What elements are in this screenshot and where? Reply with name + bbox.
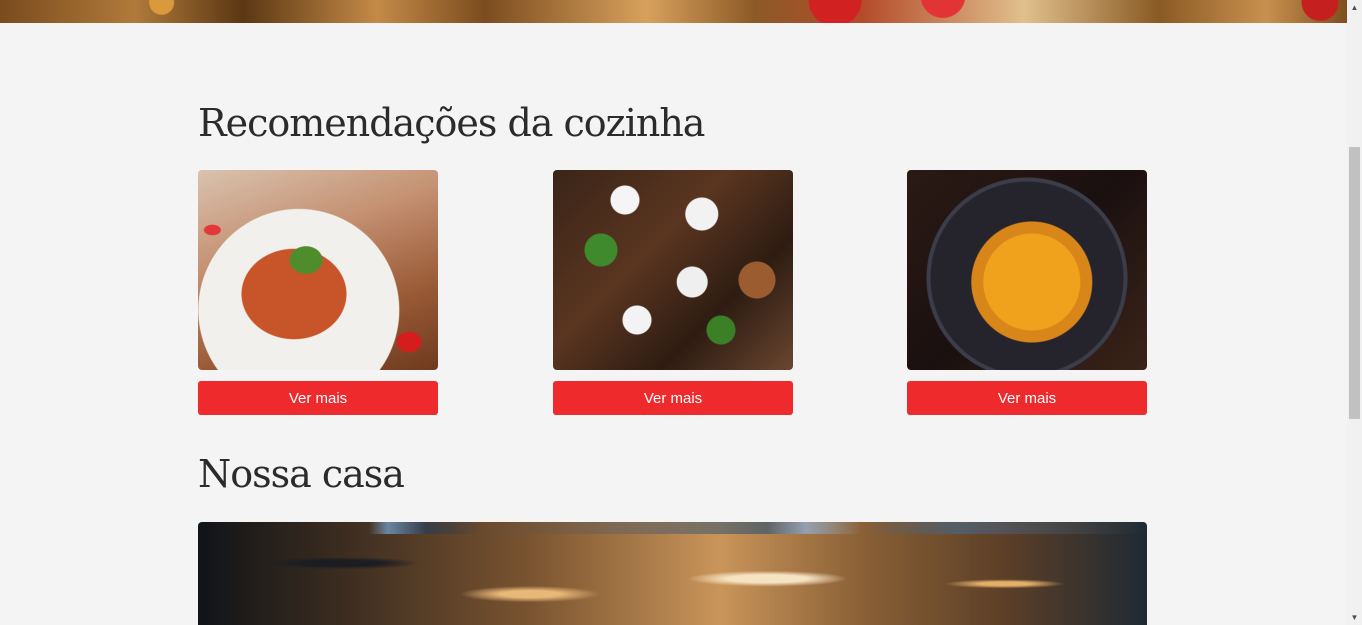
house-title: Nossa casa [198, 452, 405, 496]
lasagna-photo [198, 170, 438, 370]
see-more-button[interactable]: Ver mais [907, 381, 1147, 415]
chevron-down-icon[interactable]: ▼ [1347, 610, 1362, 625]
recommendation-card: Ver mais [198, 170, 438, 415]
chevron-up-icon[interactable]: ▲ [1347, 0, 1362, 15]
recommendations-title: Recomendações da cozinha [198, 101, 705, 145]
vertical-scrollbar[interactable]: ▲ ▼ [1347, 0, 1362, 625]
ceiling-lights-decoration [198, 522, 1147, 534]
see-more-button[interactable]: Ver mais [198, 381, 438, 415]
meat-dish-photo [553, 170, 793, 370]
restaurant-interior-photo [198, 522, 1147, 625]
scrollbar-thumb[interactable] [1349, 147, 1360, 419]
see-more-button[interactable]: Ver mais [553, 381, 793, 415]
pasta-bowl-photo [907, 170, 1147, 370]
hero-banner-image [0, 0, 1347, 23]
recommendation-card: Ver mais [553, 170, 793, 415]
recommendation-card: Ver mais [907, 170, 1147, 415]
